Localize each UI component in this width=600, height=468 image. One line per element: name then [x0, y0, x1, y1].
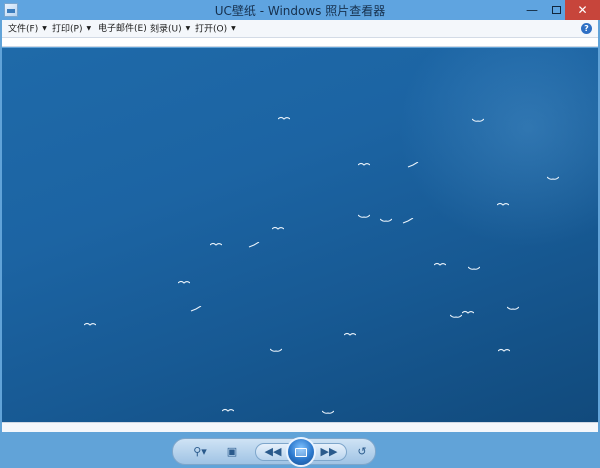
menu-burn[interactable]: 刻录(U) ▼ — [150, 22, 190, 36]
seagull — [468, 266, 480, 270]
seagull — [190, 306, 202, 312]
seagull — [380, 218, 392, 222]
rotate-button[interactable]: ↺ — [353, 443, 371, 461]
menu-email-label: 电子邮件(E) — [98, 24, 147, 34]
title-bar[interactable]: UC壁纸 - Windows 照片查看器 — ✕ — [0, 0, 600, 20]
menu-burn-label: 刻录(U) — [150, 24, 182, 35]
menu-file[interactable]: 文件(F) ▼ — [8, 22, 47, 36]
photo-viewer-window: UC壁纸 - Windows 照片查看器 — ✕ 文件(F) ▼ 打印(P) ▼ 电… — [0, 0, 600, 468]
photo-bottom-border — [2, 422, 598, 432]
menu-separator-strip — [2, 38, 598, 47]
close-button[interactable]: ✕ — [565, 0, 600, 20]
actual-size-icon: ▣ — [226, 445, 238, 458]
zoom-button[interactable]: ⚲▾ — [187, 443, 213, 461]
dropdown-arrow-icon: ▼ — [42, 25, 47, 32]
menu-print-label: 打印(P) — [52, 24, 83, 35]
seagull — [358, 214, 370, 218]
next-button[interactable]: ▶▶ — [319, 443, 339, 461]
dropdown-arrow-icon: ▼ — [86, 25, 92, 32]
skip-previous-icon: ◀◀ — [264, 445, 282, 458]
maximize-icon — [551, 6, 561, 14]
seagull — [407, 162, 419, 168]
dropdown-arrow-icon: ▼ — [231, 25, 236, 32]
seagull — [322, 410, 334, 414]
menu-open-label: 打开(O) — [195, 24, 228, 35]
seagull — [547, 176, 559, 180]
seagull — [270, 348, 282, 352]
magnifier-icon: ⚲▾ — [193, 445, 207, 458]
slideshow-button[interactable] — [286, 437, 316, 467]
skip-next-icon: ▶▶ — [320, 445, 338, 458]
slideshow-icon — [295, 447, 307, 457]
playback-control-bar: ⚲▾ ▣ ◀◀ ▶▶ ↺ — [172, 437, 376, 467]
seagull — [344, 332, 356, 336]
seagull — [402, 218, 414, 224]
previous-button[interactable]: ◀◀ — [263, 443, 283, 461]
seagull — [358, 162, 370, 166]
seagull — [278, 116, 290, 120]
menu-file-label: 文件(F) — [8, 24, 39, 35]
menu-open[interactable]: 打开(O) ▼ — [195, 22, 236, 36]
seagull — [472, 118, 484, 122]
close-icon: ✕ — [577, 3, 588, 17]
rotate-counterclockwise-icon: ↺ — [357, 445, 367, 458]
seagull — [222, 408, 234, 412]
seagull — [272, 226, 284, 230]
seagull — [507, 306, 519, 310]
seagull — [434, 262, 446, 266]
seagull — [84, 322, 96, 326]
minimize-icon: — — [526, 3, 538, 17]
seagull — [450, 314, 462, 318]
menu-print[interactable]: 打印(P) ▼ — [52, 22, 91, 36]
seagull — [210, 242, 222, 246]
seagull — [248, 242, 260, 248]
minimize-button[interactable]: — — [519, 0, 545, 20]
dropdown-arrow-icon: ▼ — [185, 25, 191, 32]
menu-bar: 文件(F) ▼ 打印(P) ▼ 电子邮件(E) 刻录(U) ▼ 打开(O) ▼ ? — [2, 20, 598, 38]
help-icon[interactable]: ? — [581, 23, 592, 34]
menu-email[interactable]: 电子邮件(E) — [98, 22, 147, 36]
actual-size-button[interactable]: ▣ — [223, 443, 241, 461]
window-title: UC壁纸 - Windows 照片查看器 — [214, 4, 386, 18]
photo-display[interactable] — [2, 48, 598, 422]
seagull — [178, 280, 190, 284]
seagull — [497, 202, 509, 206]
seagull — [462, 310, 474, 314]
seagull — [498, 348, 510, 352]
